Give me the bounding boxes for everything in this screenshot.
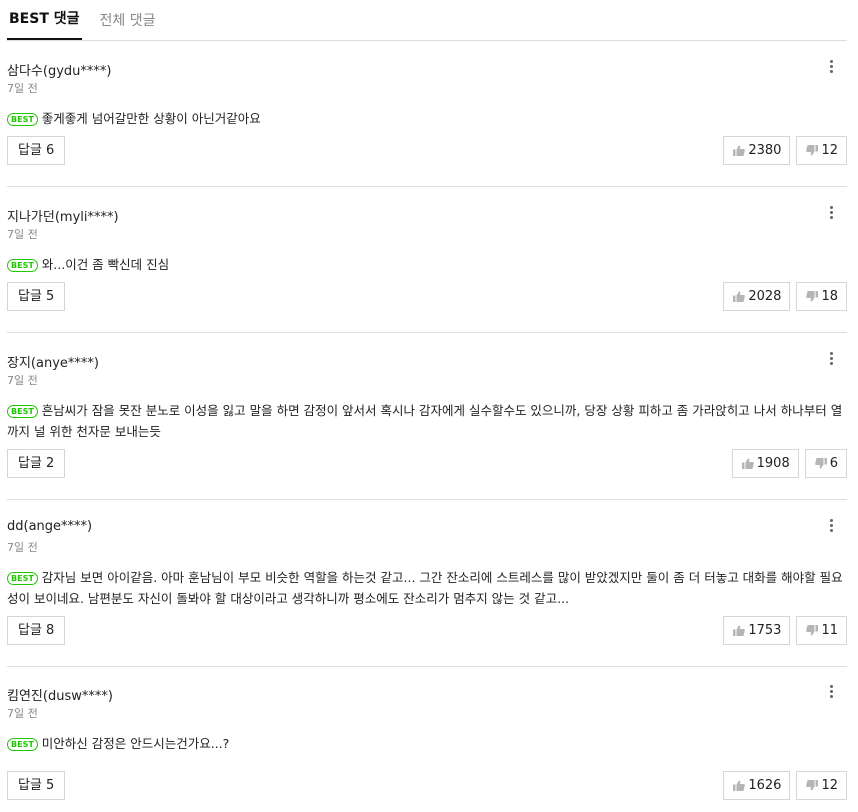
comment-actions: 답글 2 1908 6: [7, 449, 847, 478]
reply-button[interactable]: 답글 2: [7, 449, 66, 478]
comment-body: BEST 좋게좋게 넘어갈만한 상황이 아닌거같아요: [7, 108, 847, 129]
like-count: 1753: [748, 623, 782, 638]
dislike-button[interactable]: 12: [796, 136, 847, 165]
comment-item: 킴연진(dusw****) 7일 전 BEST 미안하신 감정은 안드시는건가요.…: [7, 666, 847, 812]
thumbs-down-icon: [806, 780, 819, 791]
dislike-count: 6: [829, 456, 838, 471]
comment-time: 7일 전: [7, 541, 38, 554]
dislike-count: 18: [821, 289, 838, 304]
thumbs-up-icon: [733, 625, 746, 636]
comment-author[interactable]: 킴연진(dusw****): [7, 685, 113, 704]
reply-button[interactable]: 답글 6: [7, 136, 66, 165]
more-vertical-icon[interactable]: [825, 348, 837, 368]
reply-button[interactable]: 답글 8: [7, 616, 66, 645]
thumbs-down-icon: [806, 625, 819, 636]
comment-actions: 답글 6 2380 12: [7, 136, 847, 165]
tab-best-comments[interactable]: BEST 댓글: [7, 0, 82, 40]
tab-all-comments[interactable]: 전체 댓글: [98, 2, 158, 40]
more-vertical-icon[interactable]: [825, 202, 837, 222]
like-button[interactable]: 1626: [723, 771, 791, 800]
dislike-count: 12: [821, 778, 838, 793]
vote-group: 1753 11: [723, 616, 847, 645]
like-button[interactable]: 1753: [723, 616, 791, 645]
comment-actions: 답글 5 1626 12: [7, 771, 847, 800]
thumbs-up-icon: [733, 145, 746, 156]
comment-body: BEST 흔남씨가 잠을 못잔 분노로 이성을 잃고 말을 하면 감정이 앞서서 …: [7, 400, 847, 442]
thumbs-up-icon: [733, 780, 746, 791]
comment-text: 감자님 보면 아이같음. 아마 훈남님이 부모 비슷한 역할을 하는것 같고..…: [7, 570, 843, 606]
more-vertical-icon[interactable]: [825, 515, 837, 535]
like-button[interactable]: 1908: [731, 449, 799, 478]
thumbs-down-icon: [806, 291, 819, 302]
comment-time: 7일 전: [7, 707, 38, 720]
comment-body: BEST 미안하신 감정은 안드시는건가요...?: [7, 733, 847, 754]
comment-text: 미안하신 감정은 안드시는건가요...?: [41, 736, 230, 751]
best-badge: BEST: [7, 572, 38, 585]
comment-actions: 답글 5 2028 18: [7, 282, 847, 311]
comment-author[interactable]: 지나가던(myli****): [7, 206, 119, 225]
like-count: 2380: [748, 143, 782, 158]
best-badge: BEST: [7, 113, 38, 126]
comments-panel: BEST 댓글 전체 댓글 삼다수(gydu****) 7일 전 BEST 좋게좋…: [0, 0, 858, 800]
comment-author[interactable]: 장지(anye****): [7, 352, 99, 371]
comment-body: BEST 감자님 보면 아이같음. 아마 훈남님이 부모 비슷한 역할을 하는것 …: [7, 567, 847, 609]
dislike-button[interactable]: 18: [796, 282, 847, 311]
comment-author[interactable]: 삼다수(gydu****): [7, 60, 111, 79]
comment-text: 와...이건 좀 빡신데 진심: [41, 257, 170, 272]
thumbs-up-icon: [741, 458, 754, 469]
comment-text: 흔남씨가 잠을 못잔 분노로 이성을 잃고 말을 하면 감정이 앞서서 혹시나 …: [7, 403, 843, 439]
thumbs-down-icon: [806, 145, 819, 156]
dislike-button[interactable]: 12: [796, 771, 847, 800]
thumbs-down-icon: [814, 458, 827, 469]
like-count: 1626: [748, 778, 782, 793]
dislike-count: 11: [821, 623, 838, 638]
comment-actions: 답글 8 1753 11: [7, 616, 847, 645]
thumbs-up-icon: [733, 291, 746, 302]
like-button[interactable]: 2028: [723, 282, 791, 311]
comment-item: dd(ange****) 7일 전 BEST 감자님 보면 아이같음. 아마 훈남…: [7, 500, 847, 667]
comment-author[interactable]: dd(ange****): [7, 519, 92, 534]
comment-item: 지나가던(myli****) 7일 전 BEST 와...이건 좀 빡신데 진심 …: [7, 187, 847, 333]
vote-group: 2028 18: [723, 282, 847, 311]
dislike-count: 12: [821, 143, 838, 158]
like-count: 1908: [756, 456, 790, 471]
comment-tabs: BEST 댓글 전체 댓글: [7, 0, 847, 41]
comment-time: 7일 전: [7, 82, 38, 95]
comment-time: 7일 전: [7, 374, 38, 387]
more-vertical-icon[interactable]: [825, 681, 837, 701]
vote-group: 1626 12: [723, 771, 847, 800]
comment-item: 삼다수(gydu****) 7일 전 BEST 좋게좋게 넘어갈만한 상황이 아닌…: [7, 41, 847, 187]
like-count: 2028: [748, 289, 782, 304]
vote-group: 2380 12: [723, 136, 847, 165]
comment-body: BEST 와...이건 좀 빡신데 진심: [7, 254, 847, 275]
best-badge: BEST: [7, 738, 38, 751]
best-badge: BEST: [7, 405, 38, 418]
more-vertical-icon[interactable]: [825, 56, 837, 76]
reply-button[interactable]: 답글 5: [7, 282, 66, 311]
like-button[interactable]: 2380: [723, 136, 791, 165]
comment-text: 좋게좋게 넘어갈만한 상황이 아닌거같아요: [41, 111, 261, 126]
best-badge: BEST: [7, 259, 38, 272]
dislike-button[interactable]: 6: [804, 449, 847, 478]
comment-time: 7일 전: [7, 228, 38, 241]
comment-item: 장지(anye****) 7일 전 BEST 흔남씨가 잠을 못잔 분노로 이성을…: [7, 333, 847, 500]
vote-group: 1908 6: [731, 449, 847, 478]
dislike-button[interactable]: 11: [796, 616, 847, 645]
reply-button[interactable]: 답글 5: [7, 771, 66, 800]
